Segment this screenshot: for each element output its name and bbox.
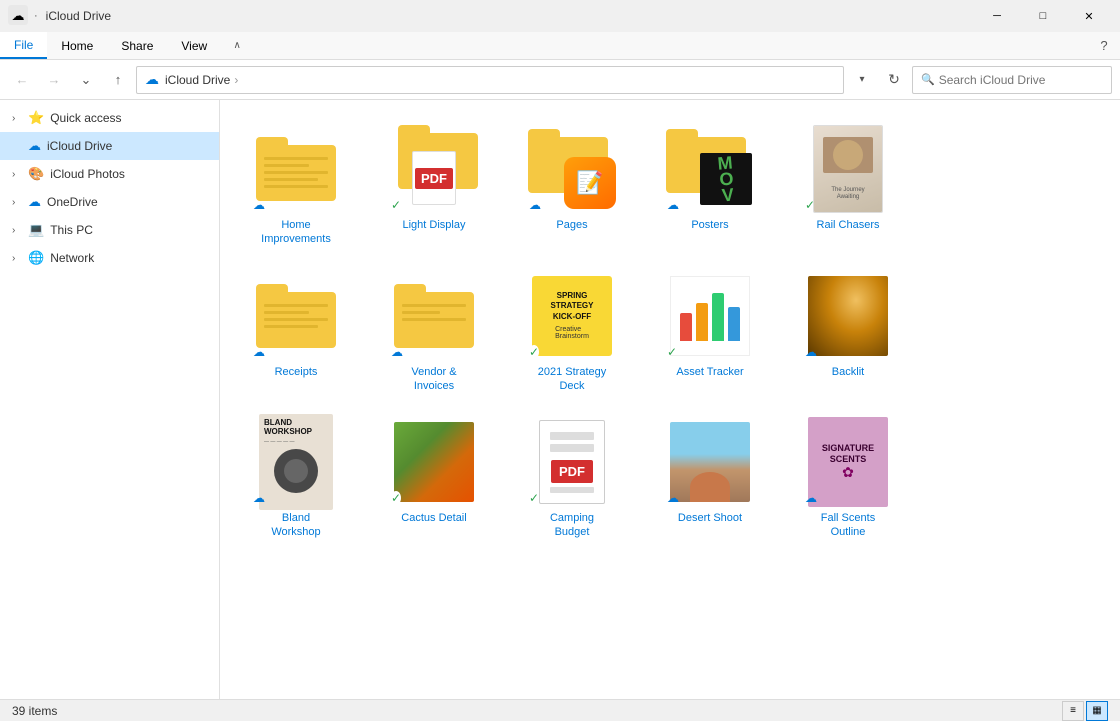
chevron-icon: › [12,169,26,180]
sync-check-outline-icon: ✓ [805,198,815,212]
back-button[interactable]: ← [8,66,36,94]
sync-cloud-icon: ☁ [253,491,265,505]
address-field[interactable]: ☁ iCloud Drive › [136,66,844,94]
view-buttons: ≡ ▦ [1062,701,1108,721]
address-bar: ← → ⌄ ↑ ☁ iCloud Drive › ▾ ↻ 🔍 [0,60,1120,100]
item-count: 39 items [12,704,57,718]
search-icon: 🔍 [921,73,935,86]
sync-cloud-icon: ☁ [805,491,817,505]
sync-check-icon: ✓ [529,345,539,359]
sync-check-outline-icon: ✓ [667,345,677,359]
file-camping-budget[interactable]: PDF ✓ Camping Budget [512,409,632,548]
details-view-button[interactable]: ≡ [1062,701,1084,721]
ribbon-expand-button[interactable]: ∧ [221,32,253,59]
search-input[interactable] [939,73,1103,87]
file-cactus-detail[interactable]: ✓ Cactus Detail [374,409,494,548]
sidebar-item-icloud-photos[interactable]: › 🎨 iCloud Photos [0,160,219,188]
sidebar-item-icloud-drive[interactable]: ☁ iCloud Drive [0,132,219,160]
recent-locations-button[interactable]: ⌄ [72,66,100,94]
tab-share[interactable]: Share [107,32,167,59]
status-bar: 39 items ≡ ▦ [0,699,1120,721]
close-button[interactable]: ✕ [1066,0,1112,32]
sidebar-item-this-pc[interactable]: › 💻 This PC [0,216,219,244]
file-bland-workshop[interactable]: BLANDWORKSHOP — — — — — ☁ Bland Workshop [236,409,356,548]
chevron-icon: › [12,253,26,264]
file-light-display[interactable]: PDF ✓ Light Display [374,116,494,255]
file-receipts[interactable]: ☁ Receipts [236,263,356,402]
chevron-icon: › [12,197,26,208]
sidebar: › ⭐ Quick access ☁ iCloud Drive › 🎨 iClo… [0,100,220,699]
chevron-icon: › [12,225,26,236]
file-posters[interactable]: MOV ☁ Posters [650,116,770,255]
ribbon: File Home Share View ∧ ? [0,32,1120,60]
refresh-button[interactable]: ↻ [880,66,908,94]
network-icon: 🌐 [28,250,44,266]
icloud-drive-icon: ☁ [28,138,41,154]
sync-cloud-icon: ☁ [667,198,679,212]
app-icon: ☁ [8,5,28,28]
file-pages[interactable]: 📝 ☁ Pages [512,116,632,255]
file-backlit[interactable]: ☁ Backlit [788,263,908,402]
content-area: ☁ Home Improvements PDF ✓ Light Display [220,100,1120,699]
svg-text:☁: ☁ [12,8,25,23]
up-button[interactable]: ↑ [104,66,132,94]
onedrive-icon: ☁ [28,194,41,210]
file-home-improvements[interactable]: ☁ Home Improvements [236,116,356,255]
search-box[interactable]: 🔍 [912,66,1112,94]
maximize-button[interactable]: □ [1020,0,1066,32]
sidebar-item-network[interactable]: › 🌐 Network [0,244,219,272]
quick-access-icon: ⭐ [28,110,44,126]
location-icon: ☁ [145,71,159,88]
title-bar: ☁ · iCloud Drive ─ □ ✕ [0,0,1120,32]
sync-cloud-icon: ☁ [253,345,265,359]
grid-view-button[interactable]: ▦ [1086,701,1108,721]
address-dropdown-button[interactable]: ▾ [848,66,876,94]
icloud-photos-icon: 🎨 [28,166,44,182]
help-button[interactable]: ? [1088,32,1120,59]
sync-check-icon: ✓ [391,198,401,212]
sync-cloud-icon: ☁ [529,198,541,212]
tab-home[interactable]: Home [47,32,107,59]
sync-cloud-icon: ☁ [805,345,817,359]
sync-cloud-icon: ☁ [667,491,679,505]
sync-cloud-icon: ☁ [391,345,403,359]
main-layout: › ⭐ Quick access ☁ iCloud Drive › 🎨 iClo… [0,100,1120,699]
file-asset-tracker[interactable]: ✓ Asset Tracker [650,263,770,402]
minimize-button[interactable]: ─ [974,0,1020,32]
sync-check-icon: ✓ [391,491,401,505]
title-bar-title: iCloud Drive [46,9,974,23]
file-rail-chasers[interactable]: The JourneyAwaiting ✓ Rail Chasers [788,116,908,255]
tab-file[interactable]: File [0,32,47,59]
file-desert-shoot[interactable]: ☁ Desert Shoot [650,409,770,548]
quick-access-toolbar: · [34,10,38,22]
sync-cloud-icon: ☁ [253,198,265,212]
this-pc-icon: 💻 [28,222,44,238]
sidebar-item-quick-access[interactable]: › ⭐ Quick access [0,104,219,132]
file-strategy-deck[interactable]: SPRINGSTRATEGYKICK-OFF CreativeBrainstor… [512,263,632,402]
tab-view[interactable]: View [167,32,221,59]
chevron-icon: › [12,113,26,124]
file-fall-scents[interactable]: SIGNATURESCENTS ✿ ☁ Fall Scents Outline [788,409,908,548]
sidebar-item-onedrive[interactable]: › ☁ OneDrive [0,188,219,216]
forward-button[interactable]: → [40,66,68,94]
sync-check-icon: ✓ [529,491,539,505]
file-vendor-invoices[interactable]: ☁ Vendor & Invoices [374,263,494,402]
